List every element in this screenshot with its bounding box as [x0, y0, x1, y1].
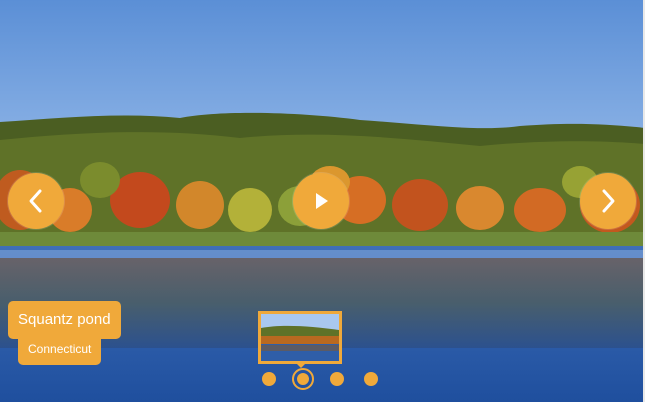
pagination-dot-3[interactable]: [330, 372, 344, 386]
chevron-left-icon: [29, 189, 42, 213]
image-slider: Squantz pond Connecticut: [0, 0, 645, 402]
next-button[interactable]: [580, 173, 636, 229]
slide-thumbnail[interactable]: [258, 311, 342, 364]
chevron-right-icon: [602, 189, 615, 213]
pagination-dot-2-active[interactable]: [292, 368, 314, 390]
previous-button[interactable]: [8, 173, 64, 229]
slide-subtitle: Connecticut: [18, 335, 102, 365]
play-button[interactable]: [293, 173, 349, 229]
play-icon: [316, 193, 328, 209]
pagination-dot-1[interactable]: [262, 372, 276, 386]
slide-title: Squantz pond: [8, 301, 121, 339]
pagination-dot-4[interactable]: [364, 372, 378, 386]
